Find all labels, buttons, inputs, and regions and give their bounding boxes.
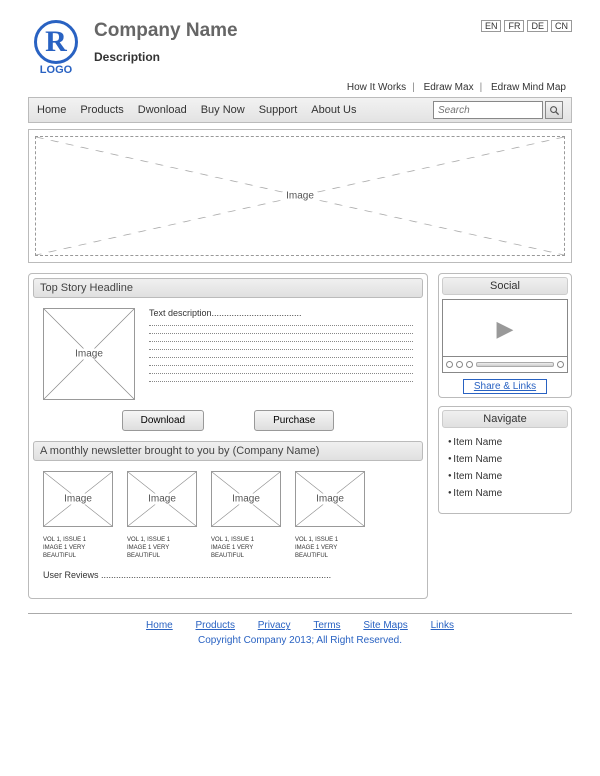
search-input[interactable] — [433, 101, 543, 119]
newsletter-thumb[interactable]: Image VOL 1, ISSUE 1 IMAGE 1 VERY BEAUTI… — [127, 471, 197, 560]
nav-about-us[interactable]: About Us — [311, 104, 356, 116]
hero: Image — [28, 129, 572, 263]
navigate-item[interactable]: Item Name — [448, 485, 562, 502]
social-panel: Social ▶ Share & Links — [438, 273, 572, 398]
navigate-title: Navigate — [442, 410, 568, 428]
top-story-headline: Top Story Headline — [33, 278, 423, 298]
thumb-caption: VOL 1, ISSUE 1 IMAGE 1 VERY BEAUTIFUL — [295, 537, 365, 560]
lang-de[interactable]: DE — [527, 20, 548, 32]
toplink-how-it-works[interactable]: How It Works — [341, 82, 412, 93]
share-links-button[interactable]: Share & Links — [463, 379, 547, 394]
story-image-placeholder: Image — [43, 308, 135, 400]
toplink-edraw-max[interactable]: Edraw Max — [418, 82, 480, 93]
thumb-caption: VOL 1, ISSUE 1 IMAGE 1 VERY BEAUTIFUL — [211, 537, 281, 560]
newsletter-title: A monthly newsletter brought to you by (… — [33, 441, 423, 461]
footer-link-privacy[interactable]: Privacy — [258, 620, 291, 631]
search-button[interactable] — [545, 101, 563, 119]
video-player[interactable]: ▶ — [442, 299, 568, 373]
logo-icon: R — [34, 20, 78, 64]
footer-link-home[interactable]: Home — [146, 620, 173, 631]
navigate-item[interactable]: Item Name — [448, 468, 562, 485]
footer-link-sitemaps[interactable]: Site Maps — [363, 620, 407, 631]
hero-image-placeholder: Image — [35, 136, 565, 256]
video-controls[interactable] — [443, 356, 567, 372]
navigate-panel: Navigate Item Name Item Name Item Name I… — [438, 406, 572, 514]
navigate-item[interactable]: Item Name — [448, 434, 562, 451]
nav-products[interactable]: Products — [80, 104, 123, 116]
user-reviews: User Reviews ...........................… — [33, 566, 423, 594]
video-prev-button[interactable] — [446, 361, 453, 368]
nav-support[interactable]: Support — [259, 104, 298, 116]
lang-cn[interactable]: CN — [551, 20, 572, 32]
lang-en[interactable]: EN — [481, 20, 502, 32]
video-progress[interactable] — [476, 362, 554, 367]
download-button[interactable]: Download — [122, 410, 204, 431]
lang-fr[interactable]: FR — [504, 20, 524, 32]
nav-buy-now[interactable]: Buy Now — [201, 104, 245, 116]
company-title: Company Name — [94, 20, 481, 42]
footer-link-terms[interactable]: Terms — [313, 620, 340, 631]
company-description: Description — [94, 50, 481, 64]
search-icon — [549, 105, 560, 116]
newsletter-thumb[interactable]: Image VOL 1, ISSUE 1 IMAGE 1 VERY BEAUTI… — [211, 471, 281, 560]
thumb-caption: VOL 1, ISSUE 1 IMAGE 1 VERY BEAUTIFUL — [127, 537, 197, 560]
navbar: Home Products Dwonload Buy Now Support A… — [28, 97, 572, 123]
purchase-button[interactable]: Purchase — [254, 410, 334, 431]
newsletter-thumb[interactable]: Image VOL 1, ISSUE 1 IMAGE 1 VERY BEAUTI… — [43, 471, 113, 560]
social-title: Social — [442, 277, 568, 295]
video-volume-button[interactable] — [557, 361, 564, 368]
play-icon[interactable]: ▶ — [497, 316, 514, 342]
copyright: Copyright Company 2013; All Right Reserv… — [28, 635, 572, 646]
footer-link-products[interactable]: Products — [196, 620, 235, 631]
video-play-button[interactable] — [456, 361, 463, 368]
newsletter-thumb[interactable]: Image VOL 1, ISSUE 1 IMAGE 1 VERY BEAUTI… — [295, 471, 365, 560]
hero-image-label: Image — [283, 191, 317, 202]
logo: R LOGO — [28, 20, 84, 76]
toplink-edraw-mindmap[interactable]: Edraw Mind Map — [485, 82, 572, 93]
top-links: How It Works| Edraw Max| Edraw Mind Map — [28, 82, 572, 93]
footer-link-links[interactable]: Links — [431, 620, 454, 631]
story-image-label: Image — [72, 349, 106, 360]
video-next-button[interactable] — [466, 361, 473, 368]
navigate-item[interactable]: Item Name — [448, 451, 562, 468]
nav-download[interactable]: Dwonload — [138, 104, 187, 116]
thumb-caption: VOL 1, ISSUE 1 IMAGE 1 VERY BEAUTIFUL — [43, 537, 113, 560]
story-text: Text description........................… — [149, 308, 413, 400]
logo-text: LOGO — [28, 64, 84, 76]
nav-home[interactable]: Home — [37, 104, 66, 116]
